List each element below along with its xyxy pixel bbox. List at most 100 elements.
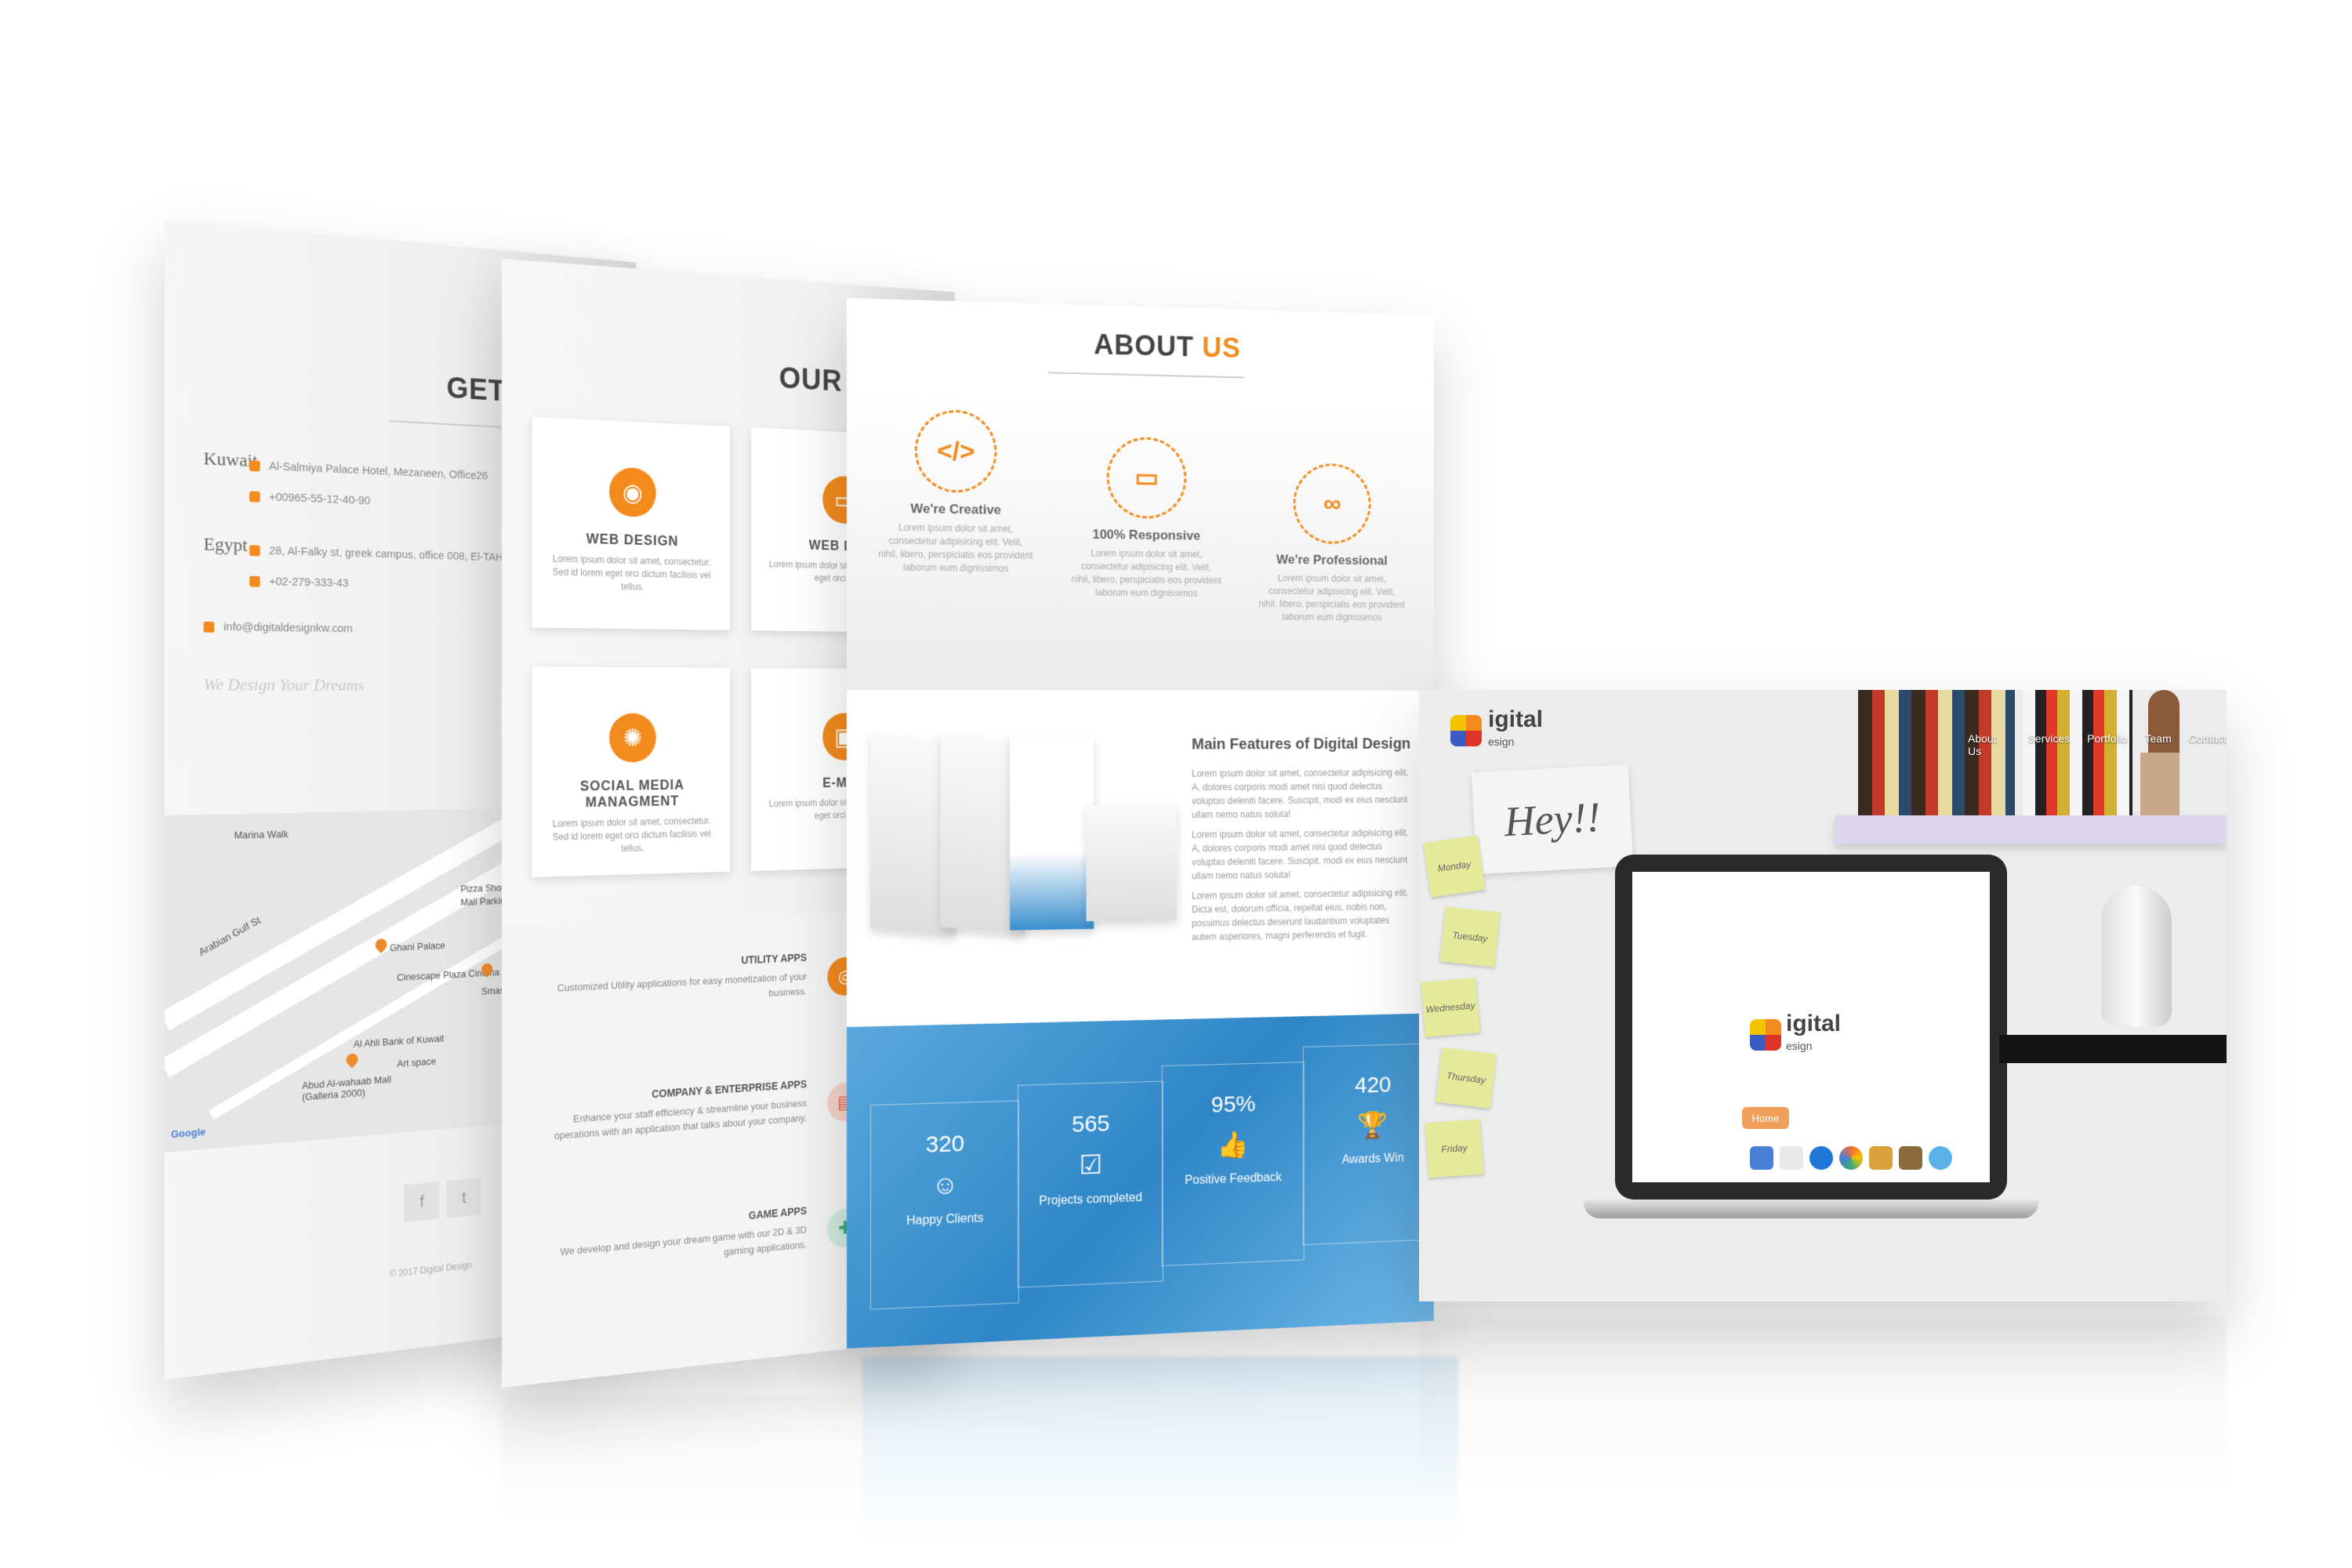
map-label: Al Ahli Bank of Kuwait [353,1032,445,1050]
map-label: Abud Al-wahaab Mall (Galleria 2000) [302,1073,392,1103]
logo-icon [1750,1019,1781,1051]
service-title: SOCIAL MEDIA MANAGMENT [579,777,685,811]
black-shelf [1999,1035,2227,1063]
stat-number: 95% [1210,1091,1256,1118]
notes-icon[interactable] [1869,1146,1893,1170]
stat-box: 565 ☑ Projects completed [1017,1080,1163,1288]
brain-icon: ✺ [609,713,656,763]
about-page-panel: ABOUT US </> We're Creative Lorem ipsum … [847,298,1434,1348]
messages-icon[interactable] [1929,1146,1952,1170]
globe-icon: ◉ [609,466,656,518]
laptop-screen: igital esign Home [1615,855,2007,1200]
monitor-icon: ▭ [1106,436,1187,520]
twitter-icon[interactable]: t [446,1178,482,1218]
map-label: Pizza Shop [460,881,506,895]
main-nav: About Us Services Portfolio Team Contact [1968,732,2227,757]
thumbs-up-icon: 👍 [1218,1130,1250,1160]
screen-logo: igital esign [1750,1011,1842,1057]
nav-contact[interactable]: Contact [2189,732,2227,757]
sticky-note: Friday [1425,1119,1484,1178]
map-label: Marina Walk [234,828,289,841]
address-text: Al-Salmiya Palace Hotel, Mezaneen, Offic… [269,459,488,483]
stat-number: 320 [925,1131,965,1158]
google-logo: Google [170,1125,206,1141]
main-features-title: Main Features of Digital Design [1192,735,1411,753]
logo-icon [1450,715,1482,746]
stat-box: 420 🏆 Awards Win [1302,1043,1434,1246]
service-card[interactable]: ◉ WEB DESIGN Lorem ipsum dolor sit amet,… [532,416,731,630]
copyright: © 2017 Digital Design [390,1259,472,1279]
home-button[interactable]: Home [1742,1107,1789,1129]
sticky-note: Tuesday [1439,906,1501,967]
phone-text: +00965-55-12-40-90 [269,490,371,508]
office-phone: +02-279-333-43 [249,575,349,590]
stat-label: Projects completed [1039,1191,1142,1208]
site-logo[interactable]: igital esign [1450,708,1543,753]
office-address: Al-Salmiya Palace Hotel, Mezaneen, Offic… [249,459,488,482]
home-icon [249,459,260,471]
photos-icon[interactable] [1839,1146,1863,1170]
phone-text: +02-279-333-43 [269,575,349,590]
main-features-paragraph: Lorem ipsum dolor sit amet, consectetur … [1192,887,1409,943]
nav-services[interactable]: Services [2027,732,2070,757]
safari-icon[interactable] [1809,1146,1833,1170]
office-country: Egypt [203,534,248,557]
finder-icon[interactable] [1750,1146,1773,1170]
logo-text: igital esign [1786,1011,1842,1057]
feature-title: We're Professional [1276,552,1388,568]
laptop-base [1584,1200,2038,1218]
showcase-scene: GET IN Kuwait Al-Salmiya Palace Hotel, M… [0,0,2352,1568]
nav-about-us[interactable]: About Us [1968,732,2010,757]
title-divider [1047,372,1244,379]
feature-desc: Lorem ipsum dolor sit amet, consectetur … [878,521,1033,575]
office-phone: +00965-55-12-40-90 [249,489,370,507]
stat-label: Happy Clients [906,1211,984,1229]
contacts-icon[interactable] [1899,1146,1922,1170]
sticky-note: Wednesday [1421,978,1480,1037]
email-text: info@digitaldesignkw.com [223,620,353,636]
wood-box [2140,753,2180,815]
about-title: ABOUT US [1094,328,1241,365]
nav-team[interactable]: Team [2145,732,2172,757]
logo-text: igital esign [1488,708,1543,753]
about-title-b: US [1202,331,1241,364]
book-shelf [1835,815,2227,844]
users-icon: ☺ [931,1170,959,1201]
service-desc: Lorem ipsum dolor sit amet, consectetur.… [552,553,711,593]
about-title-a: ABOUT [1094,328,1194,363]
sticky-note: Thursday [1435,1047,1497,1109]
phone-icon [249,575,260,587]
logo-main: igital [1786,1011,1842,1036]
stat-box: 95% 👍 Positive Feedback [1161,1062,1305,1267]
slogan: We Design Your Dreams [203,674,365,695]
feature-desc: Lorem ipsum dolor sit amet, consectetur … [1258,572,1405,623]
sticky-note: Monday [1423,835,1486,898]
document-icon[interactable] [1780,1146,1803,1170]
service-card[interactable]: ✺ SOCIAL MEDIA MANAGMENT Lorem ipsum dol… [532,666,731,877]
stat-number: 420 [1355,1072,1392,1098]
laptop-display: igital esign Home [1632,872,1990,1182]
app-dock [1750,1146,1952,1170]
map-label: Art space [397,1055,437,1069]
stats-section: 320 ☺ Happy Clients 565 ☑ Projects compl… [847,1013,1434,1348]
stat-number: 565 [1072,1110,1110,1138]
feature-desc: Lorem ipsum dolor sit amet, consectetur … [1071,547,1221,599]
reflection [862,1356,1458,1544]
map-label: Ghani Palace [390,939,445,954]
screenshot-thumbnail [1086,804,1177,922]
reflection [502,1396,862,1521]
contact-email[interactable]: info@digitaldesignkw.com [203,620,353,636]
map-label: Arabian Gulf St [197,914,263,958]
code-icon: </> [914,408,997,494]
stat-label: Positive Feedback [1185,1171,1282,1188]
address-text: 28, Al-Falky st, greek campus, office 00… [269,544,521,564]
home-page-panel: igital esign About Us Services Portfolio… [1419,690,2227,1301]
logo-sub: esign [1488,735,1515,748]
nav-portfolio[interactable]: Portfolio [2087,732,2127,757]
facebook-icon[interactable]: f [404,1181,440,1223]
trophy-icon: 🏆 [1357,1110,1388,1141]
feature-title: We're Creative [910,501,1001,517]
feature-title: 100% Responsive [1092,527,1201,543]
service-title: WEB DESIGN [586,531,679,550]
home-icon [249,544,260,556]
